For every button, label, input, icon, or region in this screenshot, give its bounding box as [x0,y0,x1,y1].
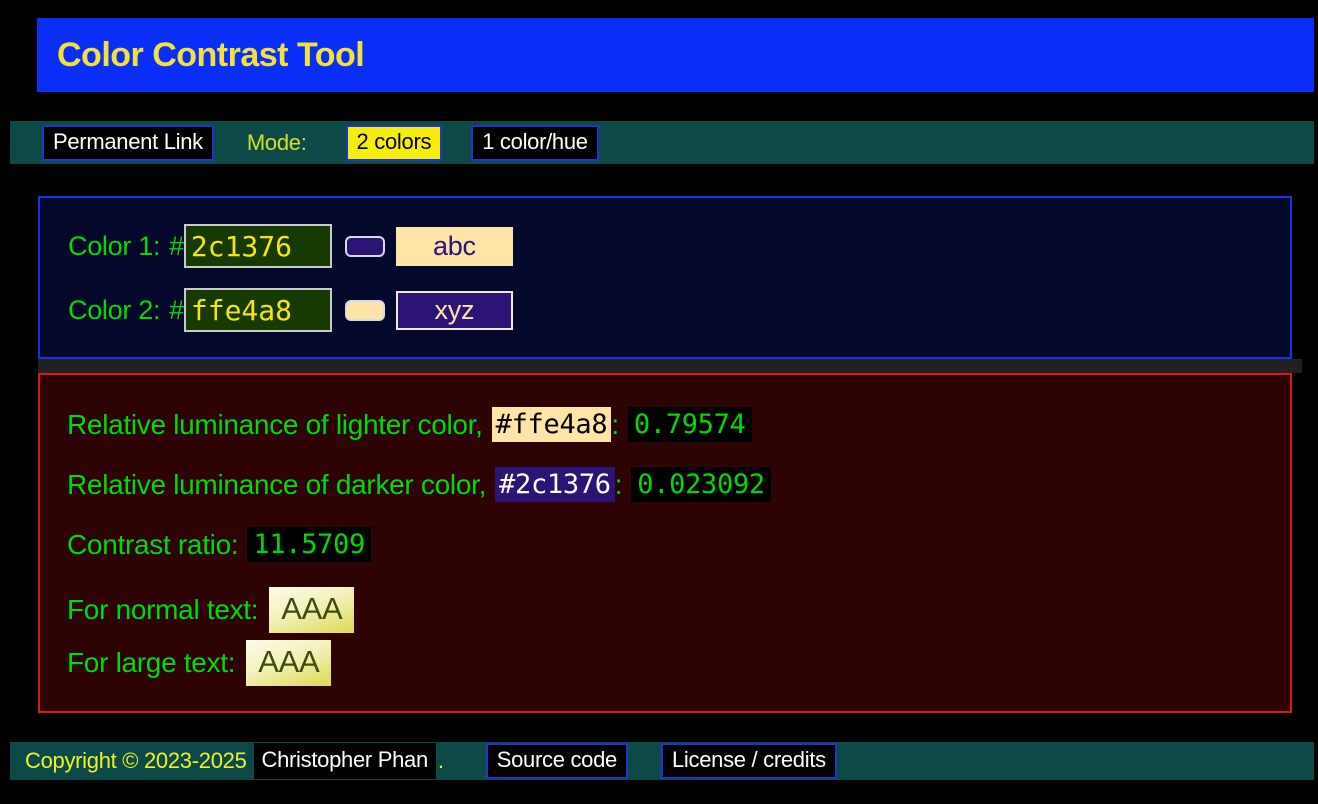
normal-text-rating-badge: AAA [269,587,354,633]
permanent-link[interactable]: Permanent Link [42,125,214,161]
copyright-period: . [438,748,444,774]
source-code-link[interactable]: Source code [486,743,628,779]
app-header: Color Contrast Tool [37,18,1314,92]
large-text-line: For large text: AAA [67,640,1290,686]
lighter-hex-chip: #ffe4a8 [492,407,612,442]
color-1-hash-prefix: # [169,231,184,262]
copyright-text: Copyright © 2023-2025 [25,748,247,774]
contrast-ratio-label: Contrast ratio: [67,529,238,561]
results-panel: Relative luminance of lighter color, #ff… [38,373,1292,713]
color-2-label: Color 2: [68,295,160,326]
license-credits-link[interactable]: License / credits [661,743,837,779]
color-sample-abc: abc [396,227,513,266]
color-2-row: Color 2: # xyz [68,288,1290,332]
contrast-ratio-value: 11.5709 [247,527,371,562]
color-1-picker-swatch[interactable] [345,236,385,257]
lighter-luminance-value: 0.79574 [628,407,752,442]
contrast-ratio-line: Contrast ratio: 11.5709 [67,527,1290,562]
mode-1-color-hue-button[interactable]: 1 color/hue [471,125,599,161]
darker-hex-chip: #2c1376 [495,467,615,502]
lighter-colon: : [611,409,618,441]
mode-2-colors-button[interactable]: 2 colors [346,125,443,161]
mode-label: Mode: [247,130,307,156]
color-1-hex-input[interactable] [184,224,332,268]
color-2-picker-swatch[interactable] [345,300,385,321]
large-text-label: For large text: [67,647,235,679]
normal-text-label: For normal text: [67,594,258,626]
author-link[interactable]: Christopher Phan [254,743,436,779]
darker-luminance-value: 0.023092 [631,467,771,502]
navbar: Permanent Link Mode: 2 colors 1 color/hu… [10,121,1314,164]
color-1-row: Color 1: # abc [68,224,1290,268]
color-input-panel: Color 1: # abc Color 2: # xyz [38,196,1292,359]
color-1-label: Color 1: [68,231,160,262]
footer: Copyright © 2023-2025 Christopher Phan .… [10,742,1314,780]
color-2-hex-input[interactable] [184,288,332,332]
color-sample-xyz: xyz [396,291,513,330]
page-title: Color Contrast Tool [57,36,364,75]
color-2-hash-prefix: # [169,295,184,326]
main-content: Color 1: # abc Color 2: # xyz Relative l… [38,196,1292,713]
large-text-rating-badge: AAA [246,640,331,686]
lighter-luminance-line: Relative luminance of lighter color, #ff… [67,407,1290,442]
darker-luminance-line: Relative luminance of darker color, #2c1… [67,467,1290,502]
panel-divider [38,359,1302,373]
darker-colon: : [615,469,622,501]
normal-text-line: For normal text: AAA [67,587,1290,633]
page: Color Contrast Tool Permanent Link Mode:… [0,18,1318,804]
darker-luminance-label: Relative luminance of darker color, [67,469,486,501]
lighter-luminance-label: Relative luminance of lighter color, [67,409,483,441]
